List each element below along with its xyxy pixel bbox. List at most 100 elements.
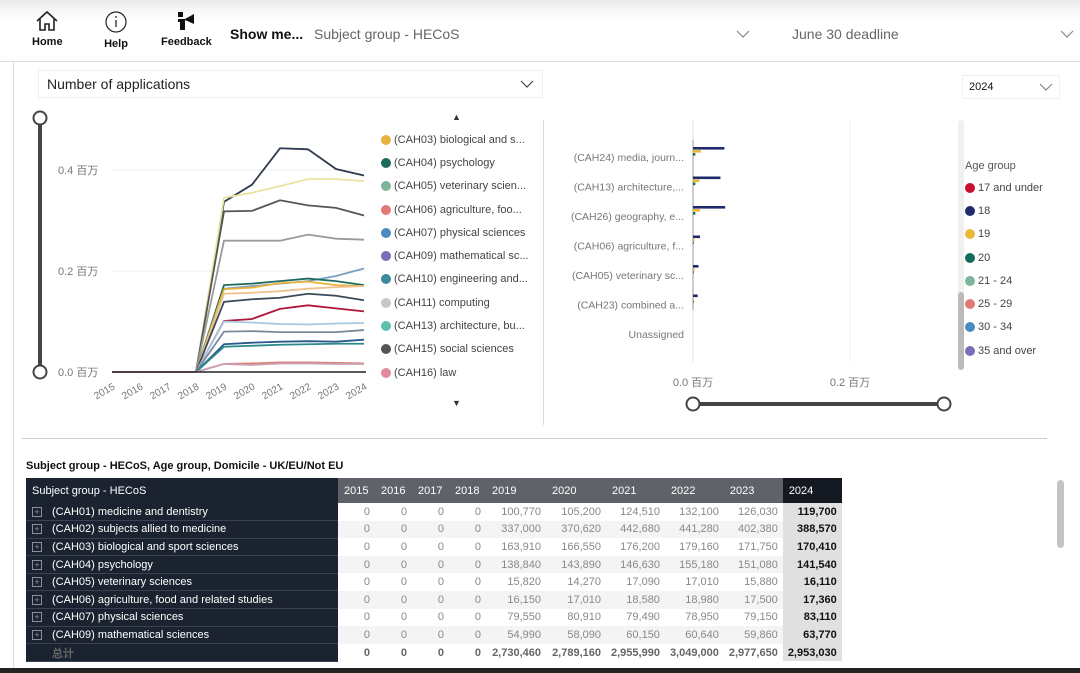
y-range-slider-handle-top[interactable] xyxy=(32,110,48,126)
legend-scroll-down-icon[interactable]: ▼ xyxy=(452,398,461,408)
legend-item[interactable]: (CAH16) law xyxy=(381,361,528,384)
table-cell: 0 xyxy=(474,505,481,518)
bar[interactable] xyxy=(693,294,698,298)
series-line[interactable] xyxy=(112,233,365,373)
bar[interactable] xyxy=(693,268,695,271)
legend-dot-icon xyxy=(381,321,391,332)
expand-icon[interactable]: + xyxy=(32,629,42,640)
series-line[interactable] xyxy=(112,342,364,373)
bar[interactable] xyxy=(693,297,694,301)
legend-item[interactable]: (CAH13) architecture, bu... xyxy=(381,314,528,337)
x-tick-label: 2020 xyxy=(232,381,257,402)
series-line[interactable] xyxy=(112,329,365,373)
column-header-year[interactable]: 2016 xyxy=(375,478,412,503)
bar[interactable] xyxy=(693,179,700,183)
legend-item[interactable]: (CAH11) computing xyxy=(381,291,528,314)
legend-label: (CAH11) computing xyxy=(394,296,490,309)
bar[interactable] xyxy=(693,241,694,245)
table-cell: 0 xyxy=(412,590,449,609)
help-button[interactable]: Help xyxy=(104,10,128,50)
expand-icon[interactable]: + xyxy=(32,594,42,605)
legend-scrollbar-thumb[interactable] xyxy=(958,292,964,370)
table-cell: 0 xyxy=(412,626,449,644)
table-cell: 0 xyxy=(437,505,444,518)
legend-item[interactable]: 25 - 29 xyxy=(965,292,1043,315)
expand-icon[interactable]: + xyxy=(32,506,42,517)
bar[interactable] xyxy=(693,271,694,274)
bar[interactable] xyxy=(693,235,701,239)
year-dropdown[interactable]: 2024 xyxy=(962,75,1060,99)
legend-item[interactable]: 17 and under xyxy=(965,176,1043,199)
bar[interactable] xyxy=(693,265,699,268)
column-header-year[interactable]: 2020 xyxy=(546,478,606,503)
column-header-year[interactable]: 2023 xyxy=(723,478,783,503)
legend-item[interactable]: 30 - 34 xyxy=(965,316,1043,339)
legend-label: 35 and over xyxy=(978,344,1037,357)
legend-item[interactable]: (CAH04) psychology xyxy=(381,151,528,174)
expand-icon[interactable]: + xyxy=(32,612,42,623)
expand-icon[interactable]: + xyxy=(32,577,42,588)
deadline-dropdown[interactable]: June 30 deadline xyxy=(786,20,1080,48)
series-line[interactable] xyxy=(112,362,364,373)
x-tick-label: 2023 xyxy=(316,381,341,402)
legend-item[interactable]: (CAH07) physical sciences xyxy=(381,221,528,244)
legend-scrollbar[interactable] xyxy=(958,120,964,370)
column-header-subject[interactable]: Subject group - HECoS xyxy=(26,478,338,503)
table-cell: 60,150 xyxy=(606,626,665,644)
x-range-slider-handle-right[interactable] xyxy=(936,396,952,412)
legend-label: (CAH05) veterinary scien... xyxy=(394,180,527,193)
legend-item[interactable]: 21 - 24 xyxy=(965,269,1043,292)
legend-item[interactable]: (CAH10) engineering and... xyxy=(381,268,528,291)
legend-item[interactable]: 20 xyxy=(965,246,1043,269)
table-cell: 126,030 xyxy=(738,505,778,518)
line-chart: 0.0 百万0.2 百万0.4 百万 2015 2016 2017 2018 2019 2… xyxy=(32,110,370,402)
bar[interactable] xyxy=(693,147,725,150)
series-line[interactable] xyxy=(112,285,365,373)
column-header-year[interactable]: 2017 xyxy=(412,478,449,503)
y-range-slider-handle-bottom[interactable] xyxy=(32,364,48,380)
column-header-year[interactable]: 2019 xyxy=(486,478,546,503)
subject-group-dropdown[interactable]: Subject group - HECoS xyxy=(308,20,756,48)
legend-label: 18 xyxy=(978,204,991,217)
table-scrollbar[interactable] xyxy=(1057,480,1064,548)
legend-item[interactable]: (CAH05) veterinary scien... xyxy=(381,175,528,198)
bar[interactable] xyxy=(693,182,696,186)
table-cell: 166,550 xyxy=(561,540,601,553)
column-header-year[interactable]: 2022 xyxy=(664,478,724,503)
legend-dot-icon xyxy=(965,229,975,240)
legend-item[interactable]: (CAH15) social sciences xyxy=(381,338,528,361)
legend-item[interactable]: (CAH03) biological and s... xyxy=(381,128,528,151)
table-cell: 146,630 xyxy=(606,555,665,574)
bar[interactable] xyxy=(693,300,694,304)
x-range-slider-handle-left[interactable] xyxy=(685,396,701,412)
column-header-year[interactable]: 2015 xyxy=(338,478,375,503)
bar[interactable] xyxy=(693,176,721,180)
legend-scroll-up-icon[interactable]: ▲ xyxy=(452,112,461,122)
bar[interactable] xyxy=(693,209,701,212)
table-cell: 58,090 xyxy=(546,626,606,644)
age-group-legend: Age group 17 and under 18 19 20 21 - 24 25 - … xyxy=(965,160,1043,362)
table-cell: 0 xyxy=(412,520,449,539)
expand-icon[interactable]: + xyxy=(32,559,42,570)
bar[interactable] xyxy=(693,212,696,215)
legend-item[interactable]: (CAH09) mathematical sc... xyxy=(381,244,528,267)
table-cell: 16,110 xyxy=(782,573,842,591)
home-button[interactable]: Home xyxy=(32,10,63,48)
bar[interactable] xyxy=(693,206,726,209)
expand-icon[interactable]: + xyxy=(32,524,42,535)
expand-icon[interactable]: + xyxy=(32,541,42,552)
column-header-year[interactable]: 2018 xyxy=(449,478,486,503)
legend-item[interactable]: (CAH06) agriculture, foo... xyxy=(381,198,528,221)
legend-item[interactable]: 18 xyxy=(965,199,1043,222)
feedback-button[interactable]: Feedback xyxy=(161,10,212,48)
bar[interactable] xyxy=(693,150,701,153)
column-header-year[interactable]: 2024 xyxy=(782,478,842,503)
table-cell: 105,200 xyxy=(561,505,601,518)
legend-item[interactable]: 35 and over xyxy=(965,339,1043,362)
bar[interactable] xyxy=(693,238,695,242)
series-line[interactable] xyxy=(112,147,365,373)
measure-dropdown[interactable]: Number of applications xyxy=(38,70,543,98)
bar[interactable] xyxy=(693,153,696,156)
column-header-year[interactable]: 2021 xyxy=(606,478,665,503)
legend-item[interactable]: 19 xyxy=(965,223,1043,246)
